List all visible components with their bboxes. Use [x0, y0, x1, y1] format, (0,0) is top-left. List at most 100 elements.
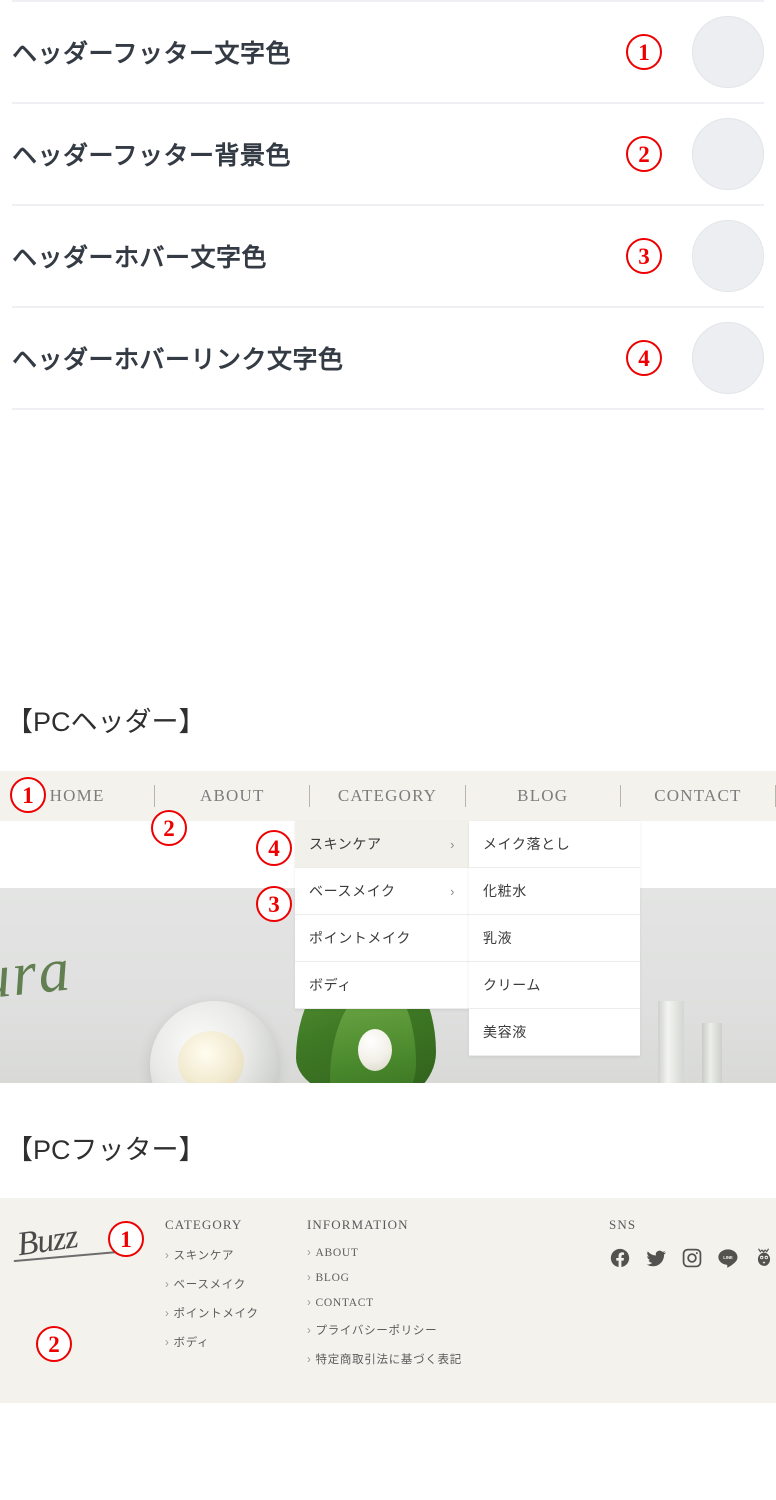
chevron-right-icon: ›	[450, 883, 455, 899]
footer-link-label: ABOUT	[315, 1247, 359, 1259]
annotation-badge-header-1: 1	[10, 777, 46, 813]
row-controls: 3	[626, 220, 764, 292]
dropdown-item-skincare[interactable]: スキンケア ›	[295, 821, 469, 868]
footer-link-pointmake[interactable]: › ポイントメイク	[165, 1305, 259, 1321]
annotation-badge-1: 1	[626, 34, 662, 70]
site-navbar: HOME ABOUT CATEGORY BLOG CONTACT	[0, 771, 776, 821]
annotation-badge-header-2: 2	[151, 810, 187, 846]
footer-link-label: ボディ	[173, 1337, 210, 1349]
hero-script-text: tura	[0, 935, 75, 1015]
submenu-item-label: 化粧水	[483, 885, 527, 900]
nav-item-category[interactable]: CATEGORY	[310, 786, 464, 806]
caret-icon: ›	[307, 1325, 312, 1337]
footer-link-label: スキンケア	[173, 1250, 235, 1262]
color-swatch[interactable]	[692, 220, 764, 292]
caret-icon: ›	[165, 1250, 170, 1262]
caret-icon: ›	[165, 1308, 170, 1320]
footer-link-label: ベースメイク	[173, 1279, 246, 1291]
nav-item-blog[interactable]: BLOG	[466, 786, 620, 806]
footer-link-blog[interactable]: › BLOG	[307, 1272, 462, 1284]
color-settings-list: ヘッダーフッター文字色 1 ヘッダーフッター背景色 2 ヘッダーホバー文字色 3…	[0, 0, 776, 410]
line-icon[interactable]: LINE	[717, 1247, 739, 1274]
footer-link-label: BLOG	[315, 1272, 350, 1284]
caret-icon: ›	[307, 1272, 312, 1284]
setting-label: ヘッダーフッター文字色	[12, 40, 292, 68]
footer-link-contact[interactable]: › CONTACT	[307, 1297, 462, 1309]
footer-link-label: 特定商取引法に基づく表記	[315, 1354, 462, 1366]
dropdown-item-label: ボディ	[309, 979, 352, 994]
caret-icon: ›	[307, 1247, 312, 1259]
dropdown-item-basemake[interactable]: ベースメイク ›	[295, 868, 469, 915]
setting-label: ヘッダーフッター背景色	[12, 142, 292, 170]
annotation-badge-footer-2: 2	[36, 1326, 72, 1362]
caret-icon: ›	[307, 1297, 312, 1309]
setting-row-header-footer-background-color[interactable]: ヘッダーフッター背景色 2	[0, 104, 776, 204]
footer-link-skincare[interactable]: › スキンケア	[165, 1247, 259, 1263]
twitter-icon[interactable]	[645, 1247, 667, 1274]
caret-icon: ›	[307, 1354, 312, 1366]
footer-link-label: ポイントメイク	[173, 1308, 259, 1320]
submenu-item-label: 美容液	[483, 1026, 527, 1041]
annotation-badge-2: 2	[626, 136, 662, 172]
dropdown-item-label: スキンケア	[309, 838, 382, 853]
footer-link-basemake[interactable]: › ベースメイク	[165, 1276, 259, 1292]
footer-column-sns: SNS LINE	[609, 1217, 775, 1274]
footer-column-title: CATEGORY	[165, 1217, 243, 1232]
dropdown-item-pointmake[interactable]: ポイントメイク	[295, 915, 469, 962]
annotation-badge-header-4: 4	[256, 830, 292, 866]
setting-row-header-hover-link-text-color[interactable]: ヘッダーホバーリンク文字色 4	[0, 308, 776, 408]
svg-text:LINE: LINE	[723, 1255, 733, 1260]
caret-icon: ›	[165, 1337, 170, 1349]
cosmetic-bottle-image	[702, 1023, 722, 1083]
pc-header-section-heading: 【PCヘッダー】	[6, 707, 206, 737]
pc-footer-section-heading: 【PCフッター】	[6, 1135, 206, 1165]
dropdown-menu-category: スキンケア › ベースメイク › ポイントメイク ボディ	[295, 821, 469, 1009]
dropdown-item-label: ベースメイク	[309, 885, 396, 900]
cosmetic-jar-image	[150, 1001, 278, 1083]
submenu-item-makeup-remover[interactable]: メイク落とし	[469, 821, 640, 868]
instagram-icon[interactable]	[681, 1247, 703, 1274]
annotation-badge-4: 4	[626, 340, 662, 376]
row-controls: 2	[626, 118, 764, 190]
footer-link-about[interactable]: › ABOUT	[307, 1247, 462, 1259]
facebook-icon[interactable]	[609, 1247, 631, 1274]
annotation-badge-header-3: 3	[256, 886, 292, 922]
dropdown-item-body[interactable]: ボディ	[295, 962, 469, 1009]
color-swatch[interactable]	[692, 118, 764, 190]
submenu-item-label: 乳液	[483, 932, 513, 947]
submenu-item-label: メイク落とし	[483, 838, 571, 853]
cream-drop-image	[358, 1029, 392, 1071]
submenu-item-label: クリーム	[483, 979, 541, 994]
footer-link-privacy-policy[interactable]: › プライバシーポリシー	[307, 1322, 462, 1338]
setting-row-header-hover-text-color[interactable]: ヘッダーホバー文字色 3	[0, 206, 776, 306]
submenu-item-lotion[interactable]: 化粧水	[469, 868, 640, 915]
footer-column-title: SNS	[609, 1217, 637, 1232]
chevron-right-icon: ›	[450, 836, 455, 852]
annotation-badge-3: 3	[626, 238, 662, 274]
row-controls: 1	[626, 16, 764, 88]
footer-link-label: プライバシーポリシー	[315, 1325, 438, 1337]
setting-row-header-footer-text-color[interactable]: ヘッダーフッター文字色 1	[0, 2, 776, 102]
footer-column-category: CATEGORY › スキンケア › ベースメイク › ポイントメイク › ボディ	[165, 1217, 259, 1363]
hatena-icon[interactable]	[753, 1247, 775, 1274]
footer-column-title: INFORMATION	[307, 1217, 409, 1232]
cosmetic-bottle-image	[658, 1001, 684, 1083]
row-controls: 4	[626, 322, 764, 394]
footer-link-tokutei-shotorihiki[interactable]: › 特定商取引法に基づく表記	[307, 1351, 462, 1367]
color-swatch[interactable]	[692, 322, 764, 394]
submenu-item-emulsion[interactable]: 乳液	[469, 915, 640, 962]
footer-link-label: CONTACT	[315, 1297, 374, 1309]
footer-link-body[interactable]: › ボディ	[165, 1334, 259, 1350]
sns-icon-row: LINE	[609, 1247, 775, 1274]
row-divider	[12, 408, 764, 410]
nav-item-about[interactable]: ABOUT	[155, 786, 309, 806]
dropdown-item-label: ポイントメイク	[309, 932, 411, 947]
nav-item-contact[interactable]: CONTACT	[621, 786, 775, 806]
submenu-item-cream[interactable]: クリーム	[469, 962, 640, 1009]
pc-header-preview: HOME ABOUT CATEGORY BLOG CONTACT tura スキ…	[0, 771, 776, 1083]
dropdown-submenu-skincare: メイク落とし 化粧水 乳液 クリーム 美容液	[469, 821, 640, 1056]
submenu-item-serum[interactable]: 美容液	[469, 1009, 640, 1056]
caret-icon: ›	[165, 1279, 170, 1291]
footer-column-information: INFORMATION › ABOUT › BLOG › CONTACT › プライバシ…	[307, 1217, 462, 1380]
color-swatch[interactable]	[692, 16, 764, 88]
